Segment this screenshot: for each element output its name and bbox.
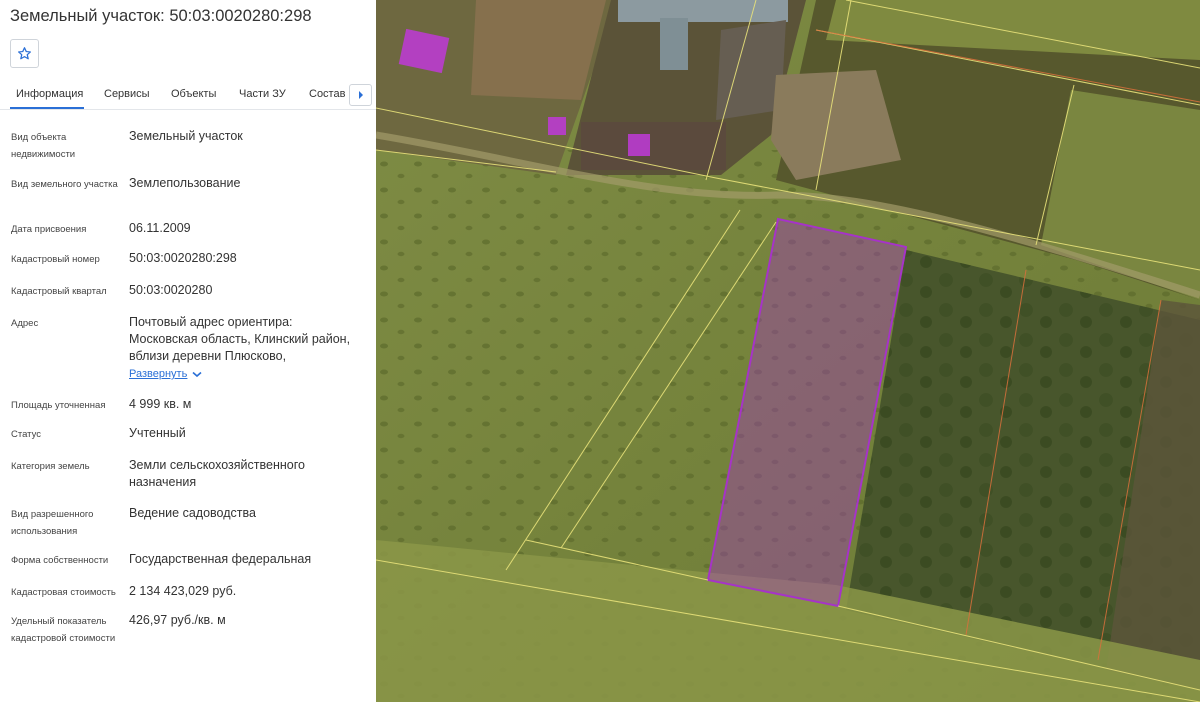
row-label-cadastral-value: Кадастровая стоимость xyxy=(11,587,116,598)
tab-bar: Информация Сервисы Объекты Части ЗУ Сост… xyxy=(0,80,376,110)
row-label-area: Площадь уточненная xyxy=(11,400,106,411)
tab-objects[interactable]: Объекты xyxy=(171,88,216,100)
chevron-down-icon xyxy=(192,371,202,377)
satellite-map[interactable] xyxy=(376,0,1200,702)
info-panel: Земельный участок: 50:03:0020280:298 Инф… xyxy=(0,0,376,702)
row-value-area: 4 999 кв. м xyxy=(129,397,192,411)
row-label-status: Статус xyxy=(11,429,42,440)
star-outline-icon xyxy=(18,47,31,60)
row-value-specific-value: 426,97 руб./кв. м xyxy=(129,613,226,627)
house-row xyxy=(581,122,726,170)
barn-roof xyxy=(618,0,788,22)
tab-strip: Информация Сервисы Объекты Части ЗУ Сост… xyxy=(0,80,347,110)
row-label-parcel-type: Вид земельного участка xyxy=(11,179,118,190)
row-value-status: Учтенный xyxy=(129,426,186,440)
active-tab-indicator xyxy=(10,107,84,109)
row-label-specific-value: Удельный показатель кадастровой стоимост… xyxy=(11,616,116,644)
row-label-permitted-use: Вид разрешенного использования xyxy=(11,509,94,537)
expand-address-link[interactable]: Развернуть xyxy=(129,368,202,380)
tab-information[interactable]: Информация xyxy=(16,88,83,100)
row-label-object-type: Вид объекта недвижимости xyxy=(11,132,76,160)
tab-land-parts[interactable]: Части ЗУ xyxy=(239,88,286,100)
barn-roof-2 xyxy=(660,18,688,70)
row-value-permitted-use: Ведение садоводства xyxy=(129,506,256,520)
row-value-cadastral-number: 50:03:0020280:298 xyxy=(129,251,237,265)
chevron-right-icon xyxy=(358,91,363,99)
page-title: Земельный участок: 50:03:0020280:298 xyxy=(10,7,312,25)
row-label-cadastral-number: Кадастровый номер xyxy=(11,254,100,265)
row-label-ownership: Форма собственности xyxy=(11,555,109,566)
row-value-parcel-type: Землепользование xyxy=(129,176,241,190)
highlighted-building xyxy=(548,117,566,135)
map-canvas[interactable] xyxy=(376,0,1200,702)
row-value-address: Почтовый адрес ориентира: Московская обл… xyxy=(129,315,351,363)
row-value-object-type: Земельный участок xyxy=(129,129,243,143)
favorite-button[interactable] xyxy=(10,39,39,68)
row-value-ownership: Государственная федеральная xyxy=(129,552,312,566)
row-label-land-category: Категория земель xyxy=(11,461,90,472)
highlighted-building xyxy=(628,134,650,156)
row-label-assign-date: Дата присвоения xyxy=(11,224,87,235)
row-value-cadastral-quarter: 50:03:0020280 xyxy=(129,283,213,297)
tab-composition[interactable]: Состав ЕЗП xyxy=(309,88,347,100)
expand-label: Развернуть xyxy=(129,368,188,380)
row-value-assign-date: 06.11.2009 xyxy=(129,221,191,235)
row-label-cadastral-quarter: Кадастровый квартал xyxy=(11,286,107,297)
row-label-address: Адрес xyxy=(11,318,39,329)
tab-services[interactable]: Сервисы xyxy=(104,88,150,100)
tabs-scroll-right-button[interactable] xyxy=(349,84,372,106)
row-value-cadastral-value: 2 134 423,029 руб. xyxy=(129,584,237,598)
row-value-land-category: Земли сельскохозяйственного назначения xyxy=(129,458,305,489)
